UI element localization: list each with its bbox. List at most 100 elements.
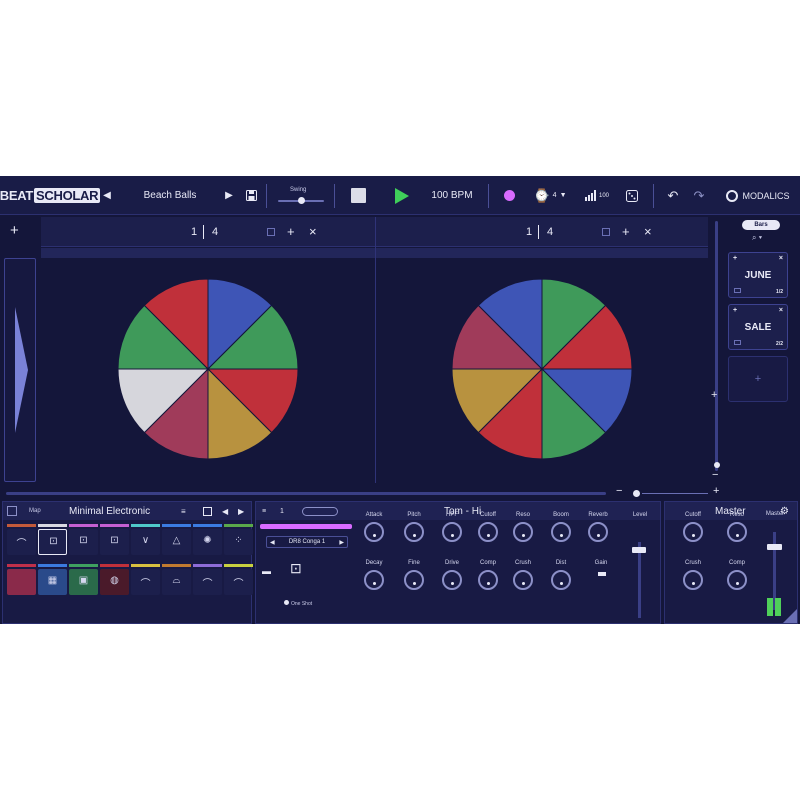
beat-wheel[interactable] (41, 258, 375, 484)
sample-waveform-bar[interactable] (260, 524, 352, 529)
meter-denominator[interactable]: 4 (212, 226, 218, 238)
level-fader-track[interactable] (638, 542, 641, 618)
drum-pad[interactable]: ▣ (69, 569, 98, 595)
collapse-icon[interactable] (7, 506, 17, 516)
save-button[interactable] (243, 176, 259, 215)
kit-title[interactable]: Minimal Electronic (69, 506, 150, 517)
kit-menu-icon[interactable]: ≡ (181, 507, 186, 516)
drum-pad[interactable]: ✺ (193, 529, 222, 555)
comp-knob[interactable] (478, 570, 498, 590)
bpm-display[interactable]: 100 BPM (424, 176, 480, 215)
drum-pad[interactable]: ⁘ (224, 529, 253, 555)
sample-selector[interactable]: ◀ DR8 Conga 1 ▶ (266, 536, 348, 548)
meter-numerator[interactable]: 1 (526, 226, 532, 238)
search-icon[interactable]: ⌕ ▾ (752, 233, 762, 243)
add-track-button[interactable]: + (10, 222, 19, 239)
add-step-button[interactable]: + (287, 224, 295, 239)
modalics-brand[interactable]: MODALICS (720, 176, 796, 215)
h-zoom-track[interactable] (642, 493, 708, 494)
play-button[interactable] (392, 176, 412, 215)
drum-pad[interactable]: ▦ (38, 569, 67, 595)
bar-card-june[interactable]: + × JUNE 1/2 (728, 252, 788, 298)
kit-next-icon[interactable]: ▶ (238, 507, 244, 516)
attack-knob[interactable] (364, 522, 384, 542)
record-button[interactable] (500, 176, 518, 215)
card-add-icon[interactable]: + (733, 255, 737, 262)
kit-prev-icon[interactable]: ◀ (222, 507, 228, 516)
copy-icon[interactable] (267, 227, 275, 236)
add-step-button[interactable]: + (622, 224, 630, 239)
kit-save-icon[interactable] (203, 506, 212, 516)
reverb-knob[interactable] (588, 522, 608, 542)
bar-card-sale[interactable]: + × SALE 2/2 (728, 304, 788, 350)
one-shot-toggle[interactable]: One Shot (284, 600, 312, 607)
map-tag[interactable]: Map (29, 508, 41, 514)
sample-next-icon[interactable]: ▶ (339, 539, 344, 546)
sample-prev-icon[interactable]: ◀ (270, 539, 275, 546)
drum-pad[interactable]: ⊡ (100, 529, 129, 555)
gain-slider[interactable] (598, 572, 606, 576)
next-song-button[interactable]: ▶ (222, 176, 236, 215)
redo-button[interactable]: ↷ (690, 176, 708, 215)
meter-numerator[interactable]: 1 (191, 226, 197, 238)
crush-knob[interactable] (683, 570, 703, 590)
beat-wheel-slices[interactable] (451, 278, 633, 460)
card-close-icon[interactable]: × (779, 255, 783, 262)
drum-pad[interactable]: ⌒ (131, 569, 160, 595)
drum-pad[interactable]: ∨ (131, 529, 160, 555)
drum-pad[interactable]: △ (162, 529, 191, 555)
drum-pad[interactable]: ⊡ (38, 529, 67, 555)
comp-knob[interactable] (727, 570, 747, 590)
cutoff-knob[interactable] (478, 522, 498, 542)
h-zoom-in-button[interactable]: + (713, 485, 719, 497)
instrument-index[interactable]: 1 (280, 508, 284, 515)
decay-knob[interactable] (364, 570, 384, 590)
undo-button[interactable]: ↶ (664, 176, 682, 215)
reso-knob[interactable] (727, 522, 747, 542)
h-zoom-out-button[interactable]: − (616, 485, 622, 497)
boom-knob[interactable] (551, 522, 571, 542)
remove-track-button[interactable]: × (644, 224, 652, 239)
dist-knob[interactable] (551, 570, 571, 590)
drive-knob[interactable] (442, 570, 462, 590)
card-copy-icon[interactable] (734, 288, 741, 293)
master-fader-handle[interactable] (767, 544, 782, 550)
cutoff-knob[interactable] (683, 522, 703, 542)
remove-track-button[interactable]: × (309, 224, 317, 239)
drum-pad[interactable]: ⌒ (224, 569, 253, 595)
beat-wheel-slices[interactable] (117, 278, 299, 460)
level-control[interactable]: 100 (580, 176, 614, 215)
track-collapse-panel[interactable] (4, 258, 36, 482)
drum-pad[interactable]: ⌓ (162, 569, 191, 595)
drum-pad[interactable] (7, 569, 36, 595)
pitch-knob[interactable] (404, 522, 424, 542)
zoom-out-button[interactable]: − (712, 469, 718, 481)
fine-knob[interactable] (404, 570, 424, 590)
drum-pad[interactable]: ⌒ (193, 569, 222, 595)
bars-button[interactable]: Bars (742, 220, 780, 230)
mode-toggle[interactable] (302, 506, 338, 516)
instrument-menu-icon[interactable]: ≡ (262, 508, 266, 515)
add-bar-button[interactable]: + (728, 356, 788, 402)
drum-pad[interactable]: ⊡ (69, 529, 98, 555)
drum-pad[interactable]: ◍ (100, 569, 129, 595)
meter-denominator[interactable]: 4 (547, 226, 553, 238)
zoom-in-button[interactable]: + (711, 389, 717, 401)
vertical-scrollbar[interactable] (715, 221, 718, 471)
card-add-icon[interactable]: + (733, 307, 737, 314)
prev-song-button[interactable]: ◀ (100, 176, 114, 215)
card-close-icon[interactable]: × (779, 307, 783, 314)
song-name[interactable]: Beach Balls (124, 176, 216, 215)
horizontal-scrollbar[interactable] (6, 492, 606, 495)
drum-pad[interactable]: ⌒ (7, 529, 36, 555)
folder-icon[interactable]: ▬ (262, 566, 271, 576)
count-in-control[interactable]: ⌚ 4 ▼ (530, 176, 570, 215)
reso-knob[interactable] (513, 522, 533, 542)
swing-slider-handle[interactable] (298, 197, 305, 204)
randomize-button[interactable] (624, 176, 640, 215)
crush-knob[interactable] (513, 570, 533, 590)
card-copy-icon[interactable] (734, 340, 741, 345)
level-fader-handle[interactable] (632, 547, 646, 553)
copy-icon[interactable] (602, 227, 610, 236)
hpf-knob[interactable] (442, 522, 462, 542)
